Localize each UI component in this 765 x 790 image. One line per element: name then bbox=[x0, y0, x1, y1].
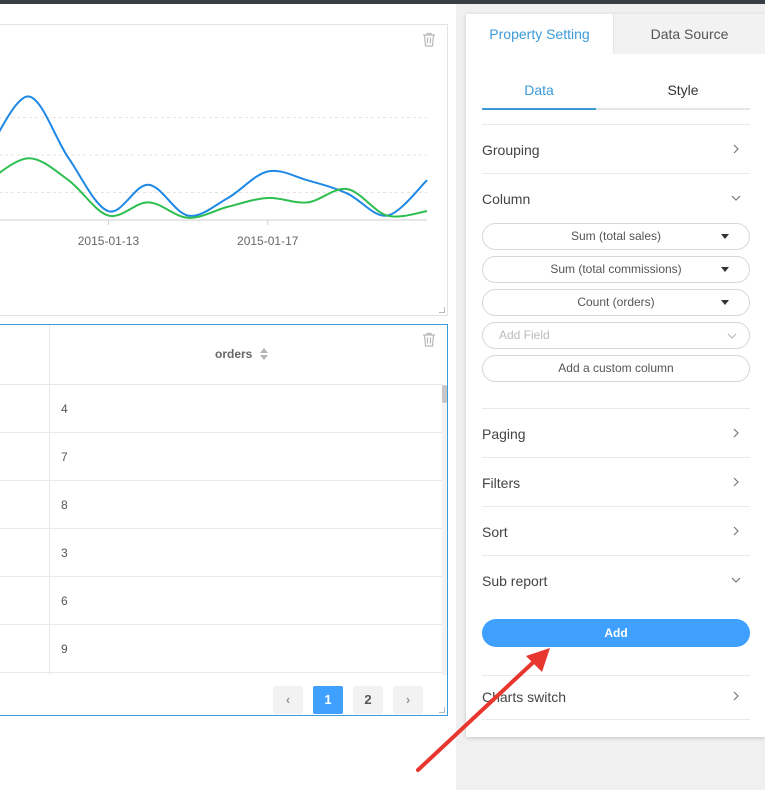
chevron-down-icon bbox=[731, 577, 741, 583]
trash-icon[interactable] bbox=[422, 332, 436, 347]
section-label: Grouping bbox=[482, 142, 540, 158]
sort-icon[interactable] bbox=[259, 347, 269, 361]
chevron-down-icon bbox=[727, 333, 737, 339]
subtab-data[interactable]: Data bbox=[482, 76, 596, 110]
line-chart: 2015-01-13 2015-01-17 bbox=[0, 95, 428, 248]
table-row[interactable]: 4 bbox=[0, 385, 443, 433]
chevron-right-icon bbox=[733, 144, 739, 154]
property-panel: Property Setting Data Source Data Style … bbox=[466, 14, 765, 737]
tab-property-setting[interactable]: Property Setting bbox=[466, 14, 614, 54]
placeholder: Add Field bbox=[499, 328, 550, 342]
caret-down-icon bbox=[721, 234, 729, 239]
section-label: Sort bbox=[482, 524, 508, 540]
x-tick-label: 2015-01-13 bbox=[78, 234, 140, 248]
pill-label: Sum (total sales) bbox=[570, 229, 662, 243]
section-label: Paging bbox=[482, 426, 526, 442]
table-row[interactable]: 7 bbox=[0, 433, 443, 481]
table-row[interactable]: 9 bbox=[0, 625, 443, 673]
subtab-style[interactable]: Style bbox=[616, 76, 750, 108]
tab-data-source[interactable]: Data Source bbox=[614, 14, 765, 54]
column-select-total-sales[interactable]: Sum (total sales) bbox=[482, 223, 750, 250]
table-scrollbar[interactable] bbox=[442, 385, 447, 675]
cell-orders: 7 bbox=[61, 450, 68, 464]
table-header: orders bbox=[0, 325, 443, 385]
pagination-prev-button[interactable]: ‹ bbox=[273, 686, 303, 714]
cell-orders: 3 bbox=[61, 546, 68, 560]
cell-orders: 8 bbox=[61, 498, 68, 512]
column-header-orders[interactable]: orders bbox=[215, 347, 252, 361]
scrollbar-thumb[interactable] bbox=[442, 385, 447, 403]
series-line-1 bbox=[0, 157, 428, 219]
trash-icon[interactable] bbox=[422, 32, 436, 47]
sub-tabs: Data Style bbox=[482, 76, 750, 110]
table-row[interactable]: 8 bbox=[0, 481, 443, 529]
panel-tabs: Property Setting Data Source bbox=[466, 14, 765, 54]
cell-orders: 6 bbox=[61, 594, 68, 608]
cell-orders: 4 bbox=[61, 402, 68, 416]
annotation-arrow bbox=[416, 648, 550, 772]
chevron-right-icon bbox=[733, 526, 739, 536]
pagination-page-2[interactable]: 2 bbox=[353, 686, 383, 714]
add-custom-column-button[interactable]: Add a custom column bbox=[482, 355, 750, 382]
chart-widget[interactable]: 2015-01-13 2015-01-17 bbox=[0, 24, 448, 316]
chevron-right-icon bbox=[733, 428, 739, 438]
pagination-page-1[interactable]: 1 bbox=[313, 686, 343, 714]
section-label: Filters bbox=[482, 475, 521, 491]
caret-down-icon bbox=[721, 300, 729, 305]
cell-orders: 9 bbox=[61, 642, 68, 656]
add-field-select[interactable]: Add Field bbox=[482, 322, 750, 349]
section-sort[interactable]: Sort bbox=[482, 506, 750, 555]
table-row[interactable]: 3 bbox=[0, 529, 443, 577]
chevron-right-icon bbox=[733, 477, 739, 487]
table-widget[interactable]: orders 478369 ‹ 1 2 › bbox=[0, 324, 448, 716]
section-grouping[interactable]: Grouping bbox=[482, 124, 750, 173]
column-select-total-commissions[interactable]: Sum (total commissions) bbox=[482, 256, 750, 283]
section-paging[interactable]: Paging bbox=[482, 408, 750, 457]
caret-down-icon bbox=[721, 267, 729, 272]
section-label: Column bbox=[482, 191, 531, 207]
chevron-down-icon bbox=[731, 195, 741, 201]
section-filters[interactable]: Filters bbox=[482, 457, 750, 506]
x-tick-label: 2015-01-17 bbox=[237, 234, 299, 248]
resize-handle[interactable] bbox=[439, 307, 445, 313]
chevron-right-icon bbox=[733, 691, 739, 701]
table-row[interactable]: 6 bbox=[0, 577, 443, 625]
report-designer: 2015-01-13 2015-01-17 orders 4 7 8 3 6 9 ‹ 1 2… bbox=[0, 0, 765, 790]
pill-label: Sum (total commissions) bbox=[550, 262, 682, 276]
section-label: Sub report bbox=[482, 573, 548, 589]
column-select-count-orders[interactable]: Count (orders) bbox=[482, 289, 750, 316]
pill-label: Count (orders) bbox=[577, 295, 655, 309]
